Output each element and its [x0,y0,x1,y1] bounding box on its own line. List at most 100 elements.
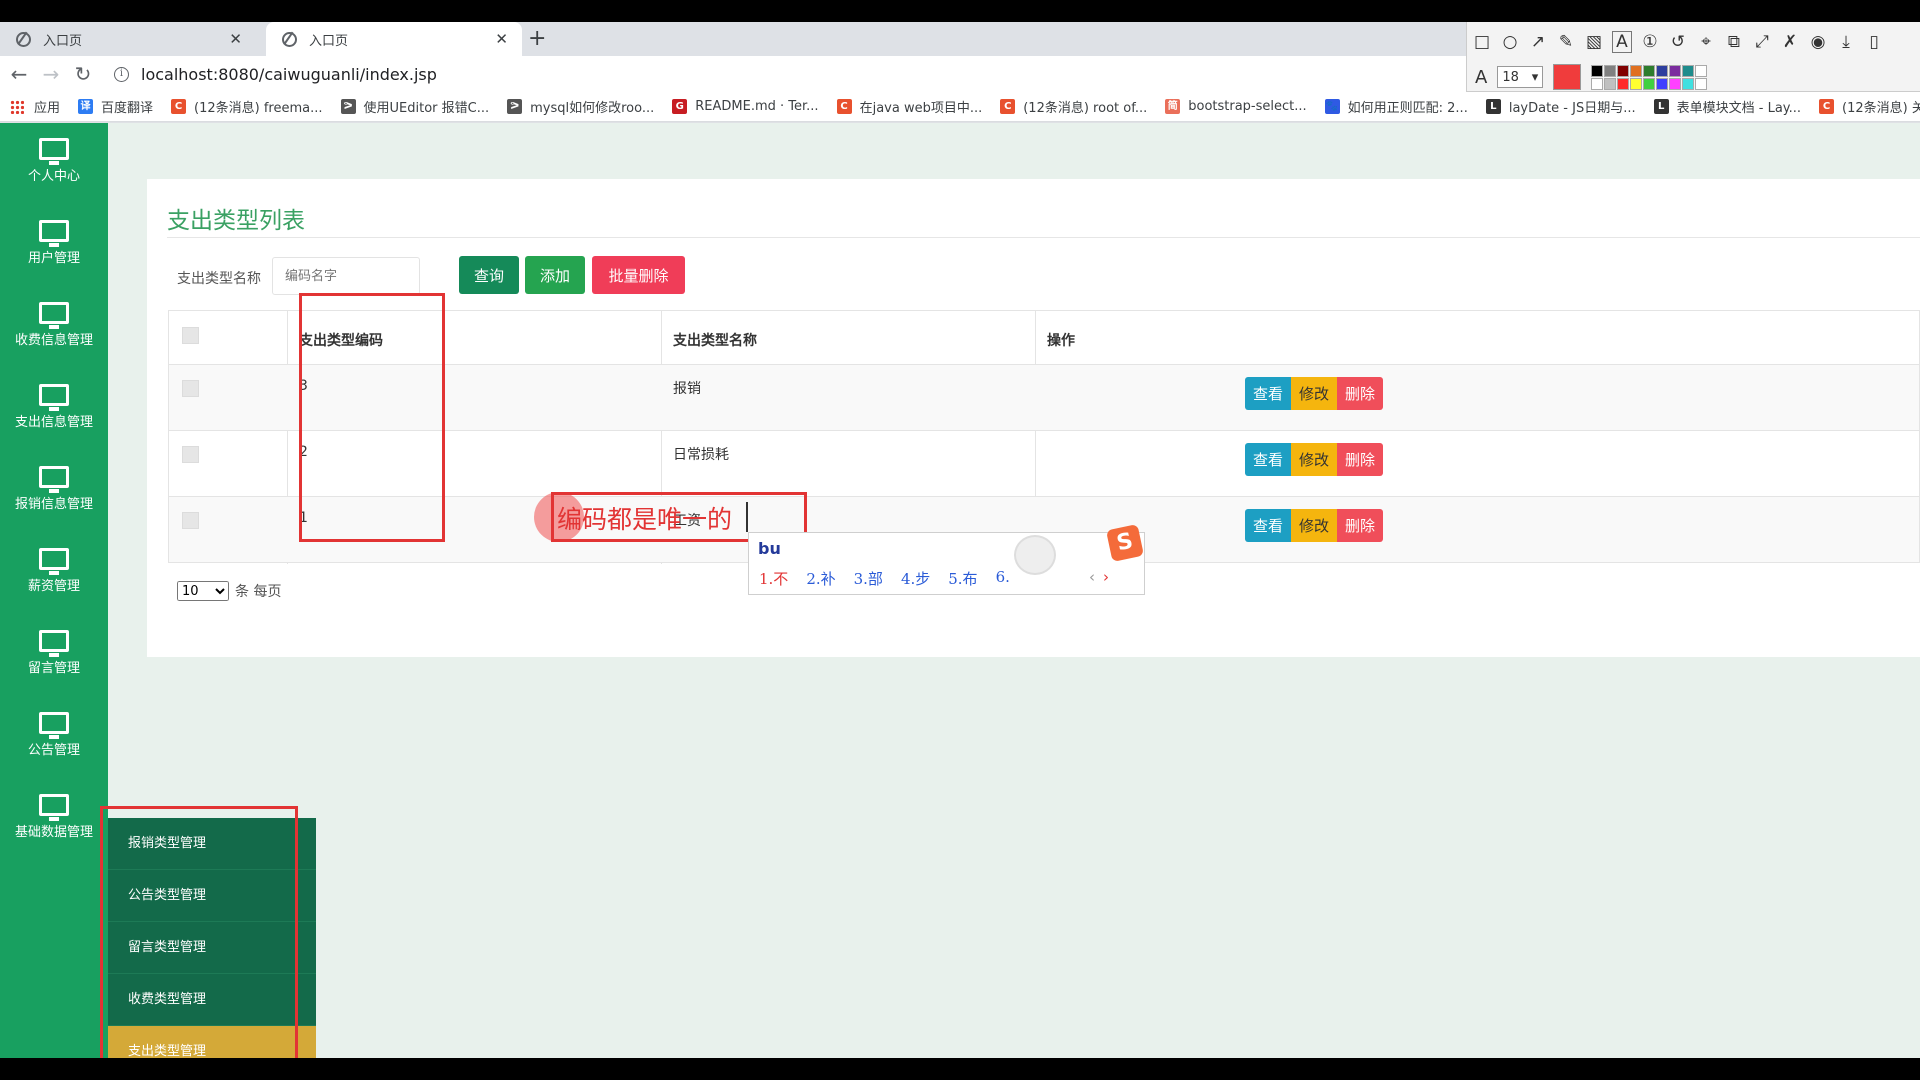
current-color-swatch[interactable] [1553,64,1582,90]
text-tool-icon[interactable]: A [1612,31,1632,53]
search-input[interactable] [272,257,420,295]
row-checkbox[interactable] [182,380,199,397]
back-arrow-icon[interactable]: ← [6,62,32,86]
tab-close-icon[interactable]: ✕ [495,30,508,48]
palette-color-swatch[interactable] [1643,64,1656,77]
palette-color-swatch[interactable] [1591,64,1604,77]
delete-button[interactable]: 删除 [1337,377,1384,410]
pen-tool-icon[interactable]: ✎ [1557,32,1575,52]
row-checkbox[interactable] [182,512,199,529]
sidebar-item[interactable]: 留言管理 [0,615,108,697]
palette-color-swatch[interactable] [1656,64,1669,77]
bookmark-item[interactable]: 译百度翻译 [78,97,153,116]
bookmark-item[interactable]: C (12条消息) root of... [1000,97,1147,116]
palette-color-swatch[interactable] [1656,77,1669,90]
ellipse-tool-icon[interactable]: ○ [1501,32,1519,52]
add-button[interactable]: 添加 [525,256,585,294]
view-button[interactable]: 查看 [1245,509,1292,542]
palette-color-swatch[interactable] [1630,77,1643,90]
palette-color-swatch[interactable] [1617,64,1630,77]
batch-delete-button[interactable]: 批量删除 [592,256,685,294]
ime-page-arrows[interactable]: ‹ › [1089,568,1109,586]
sidebar-item[interactable]: 薪资管理 [0,533,108,615]
sidebar-item[interactable]: 个人中心 [0,123,108,205]
sidebar-item-label: 支出信息管理 [14,415,93,430]
cancel-icon[interactable]: ✗ [1781,32,1799,52]
bookmark-item[interactable]: C 在java web项目中... [836,97,982,116]
view-button[interactable]: 查看 [1245,443,1292,476]
delete-button[interactable]: 删除 [1337,509,1384,542]
sidebar-item-label: 留言管理 [27,661,80,676]
record-icon[interactable]: ◉ [1809,32,1827,52]
translate-icon[interactable]: ⧉ [1725,32,1743,52]
query-button[interactable]: 查询 [459,256,519,294]
long-capture-icon[interactable]: ⤢ [1753,32,1771,52]
ime-candidate[interactable]: 1.不 [759,568,788,589]
ime-candidate[interactable]: 5.布 [948,568,977,589]
site-info-icon[interactable]: i [114,66,129,82]
bookmark-item[interactable]: 应用 [10,97,60,116]
bookmark-item[interactable]: ᕗ mysql如何修改roo... [507,97,654,116]
csdn-icon: C [1000,99,1016,114]
sidebar-item[interactable]: 基础数据管理 [0,779,108,861]
delete-button[interactable]: 删除 [1337,443,1384,476]
arrow-tool-icon[interactable]: ↗ [1529,32,1547,52]
new-tab-button[interactable]: + [528,26,546,51]
view-button[interactable]: 查看 [1245,377,1292,410]
bookmark-item[interactable]: G README.md · Ter... [672,99,819,114]
bookmark-item[interactable]: 🐾 如何用正则匹配: 2... [1324,97,1468,116]
tab-2[interactable]: 入口页 ✕ [266,22,522,56]
ime-candidate[interactable]: 2.补 [806,568,835,589]
font-size-select[interactable]: 18 ▾ [1497,66,1544,88]
tab-close-icon[interactable]: ✕ [229,30,242,48]
font-size-value: 18 [1502,69,1519,85]
ime-pinyin: bu [758,539,781,558]
monitor-icon [39,302,69,329]
omnibox[interactable]: i localhost:8080/caiwuguanli/index.jsp [114,65,437,84]
ime-candidate[interactable]: 4.步 [901,568,930,589]
row-checkbox[interactable] [182,446,199,463]
palette-color-swatch[interactable] [1604,77,1617,90]
palette-color-swatch[interactable] [1617,77,1630,90]
page-size-select[interactable]: 10 [177,581,229,601]
palette-color-swatch[interactable] [1682,64,1695,77]
edit-button[interactable]: 修改 [1291,443,1338,476]
edit-button[interactable]: 修改 [1291,377,1338,410]
annotation-toolbar: □ ○ ↗ ✎ ▧ A ① ↺ ⌖ ⧉ ⤢ ✗ ◉ ⤓ ▯ A 18 ▾ [1466,22,1920,92]
phone-icon[interactable]: ▯ [1865,32,1883,52]
bookmark-item[interactable]: ᕗ 使用UEditor 报错C... [340,97,489,116]
palette-color-swatch[interactable] [1643,77,1656,90]
undo-icon[interactable]: ↺ [1669,32,1687,52]
forward-arrow-icon[interactable]: → [38,62,64,86]
palette-color-swatch[interactable] [1630,64,1643,77]
sidebar-item-label: 报销信息管理 [14,497,93,512]
sidebar-item[interactable]: 收费信息管理 [0,287,108,369]
bookmark-item[interactable]: C (12条消息) freema... [171,97,323,116]
reload-icon[interactable]: ↻ [70,62,96,86]
sidebar-item[interactable]: 用户管理 [0,205,108,287]
number-tool-icon[interactable]: ① [1641,32,1659,52]
bookmark-item[interactable]: 简 bootstrap-select... [1165,99,1307,114]
palette-color-swatch[interactable] [1695,64,1708,77]
pin-icon[interactable]: ⌖ [1697,32,1715,52]
download-icon[interactable]: ⤓ [1837,32,1855,52]
sidebar-item[interactable]: 报销信息管理 [0,451,108,533]
sidebar-item[interactable]: 公告管理 [0,697,108,779]
palette-color-swatch[interactable] [1604,64,1617,77]
bookmark-item[interactable]: C (12条消息) 关于la [1819,97,1920,116]
bookmark-item[interactable]: L 表单模块文档 - Lay... [1653,97,1801,116]
sidebar-item[interactable]: 支出信息管理 [0,369,108,451]
ime-candidate[interactable]: 6. [996,568,1010,589]
palette-color-swatch[interactable] [1669,64,1682,77]
edit-button[interactable]: 修改 [1291,509,1338,542]
palette-color-swatch[interactable] [1669,77,1682,90]
rectangle-tool-icon[interactable]: □ [1473,32,1491,52]
select-all-checkbox[interactable] [182,327,199,344]
ime-candidate[interactable]: 3.部 [854,568,883,589]
tab-1[interactable]: 入口页 ✕ [0,22,256,56]
palette-color-swatch[interactable] [1591,77,1604,90]
palette-color-swatch[interactable] [1682,77,1695,90]
bookmark-item[interactable]: LlayDate - JS日期与... [1485,97,1636,116]
mosaic-tool-icon[interactable]: ▧ [1585,32,1603,52]
palette-color-swatch[interactable] [1695,77,1708,90]
